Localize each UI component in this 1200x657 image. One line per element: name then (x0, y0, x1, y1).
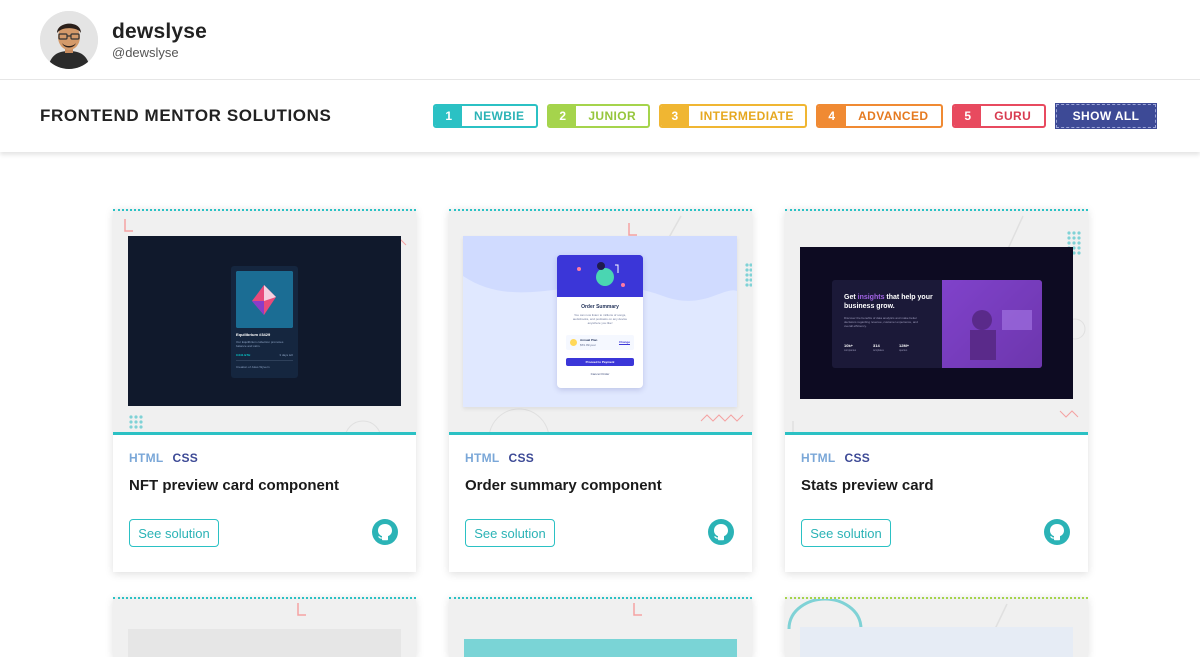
tag-css: CSS (172, 451, 199, 465)
stats-card: Get insights that help your business gro… (832, 280, 1042, 368)
card-preview[interactable]: Equilibrium #3429 Our Equilibrium collec… (113, 209, 416, 435)
stat-value: 10k+ (844, 343, 854, 348)
tag-html: HTML (465, 451, 500, 465)
nft-screenshot: Equilibrium #3429 Our Equilibrium collec… (128, 236, 401, 406)
solution-card-partial (785, 597, 1088, 657)
nft-image (236, 271, 293, 328)
level-number: 3 (661, 106, 689, 126)
see-solution-button[interactable]: See solution (465, 519, 555, 547)
stats-image (942, 280, 1042, 368)
filter-advanced-button[interactable]: 4 ADVANCED (816, 104, 943, 128)
order-summary-screenshot: Order Summary You can now listen to mill… (463, 236, 737, 407)
card-title: Order summary component (465, 477, 662, 494)
page-title: FRONTEND MENTOR SOLUTIONS (40, 106, 332, 125)
stat-value: 314 (873, 343, 880, 348)
nft-creator: Creation of Jules Wyvern (236, 365, 270, 369)
level-number: 2 (549, 106, 577, 126)
avatar (40, 10, 98, 69)
tag-html: HTML (129, 451, 164, 465)
level-label: INTERMEDIATE (699, 109, 794, 123)
level-filters: 1 NEWBIE 2 JUNIOR 3 INTERMEDIATE 4 ADVAN… (433, 103, 1157, 129)
tag-css: CSS (508, 451, 535, 465)
profile-handle: @dewslyse (112, 44, 179, 60)
filter-newbie-button[interactable]: 1 NEWBIE (433, 104, 538, 128)
tag-css: CSS (844, 451, 871, 465)
profile-name: dewslyse (112, 19, 207, 43)
change-plan-link: Change (618, 340, 630, 344)
plan-box: Annual Plan $59.99/year Change (566, 335, 634, 350)
nft-card: Equilibrium #3429 Our Equilibrium collec… (231, 266, 298, 378)
stats-description: Discover the benefits of data analytics … (844, 316, 918, 328)
stat-label: templates (873, 349, 884, 352)
solution-card: Get insights that help your business gro… (785, 209, 1088, 572)
proceed-payment-button: Proceed to Payment (566, 358, 634, 366)
github-icon[interactable] (1043, 518, 1071, 546)
level-number: 5 (954, 106, 982, 126)
card-preview[interactable]: Get insights that help your business gro… (785, 209, 1088, 435)
tag-html: HTML (801, 451, 836, 465)
stat-label: companies (844, 349, 857, 352)
nft-title: Equilibrium #3429 (236, 332, 271, 337)
show-all-button[interactable]: SHOW ALL (1055, 103, 1157, 129)
music-illustration-icon (557, 255, 643, 297)
cancel-order-link: Cancel Order (590, 372, 610, 376)
stat-value: 12M+ (899, 343, 910, 348)
heading-highlight: insights (857, 294, 885, 301)
order-heading: Order Summary (581, 304, 619, 310)
see-solution-button[interactable]: See solution (801, 519, 891, 547)
solution-card: Order Summary You can now listen to mill… (449, 209, 752, 572)
card-body: HTML CSS Stats preview card See solution (785, 435, 1088, 572)
solution-card-partial (113, 597, 416, 657)
level-number: 1 (435, 106, 463, 126)
nft-description: Our Equilibrium collection promotes bala… (236, 340, 284, 348)
order-hero (557, 255, 643, 297)
avatar-illustration (40, 10, 98, 69)
order-description: You can now listen to millions of songs,… (572, 313, 628, 325)
card-title: NFT preview card component (129, 477, 340, 494)
see-solution-button[interactable]: See solution (129, 519, 219, 547)
level-number: 4 (818, 106, 846, 126)
preview-decoration (128, 603, 401, 657)
card-preview[interactable] (785, 597, 1088, 657)
solution-card: Equilibrium #3429 Our Equilibrium collec… (113, 209, 416, 572)
stat-label: queries (899, 349, 908, 352)
github-icon[interactable] (371, 518, 399, 546)
solution-card-partial (449, 597, 752, 657)
level-label: ADVANCED (858, 109, 929, 123)
level-label: GURU (994, 109, 1032, 123)
card-title: Stats preview card (801, 477, 934, 494)
office-photo-icon (942, 280, 1042, 368)
nft-price: 0.041 ETH (236, 353, 251, 357)
solutions-grid: Equilibrium #3429 Our Equilibrium collec… (0, 152, 1200, 657)
preview-decoration (787, 599, 1073, 657)
tech-tags: HTML CSS (801, 451, 1072, 465)
level-label: JUNIOR (588, 109, 637, 123)
plan-name: Annual Plan (580, 338, 598, 342)
heading-part: Get (844, 294, 858, 301)
nft-artwork-icon (236, 271, 293, 328)
tech-tags: HTML CSS (465, 451, 736, 465)
filter-junior-button[interactable]: 2 JUNIOR (547, 104, 650, 128)
nft-time: 3 days left (279, 353, 293, 357)
filter-intermediate-button[interactable]: 3 INTERMEDIATE (659, 104, 807, 128)
tech-tags: HTML CSS (129, 451, 400, 465)
card-body: HTML CSS NFT preview card component See … (113, 435, 416, 572)
preview-decoration (464, 603, 737, 657)
profile-header: dewslyse @dewslyse (0, 0, 1200, 80)
filter-bar: FRONTEND MENTOR SOLUTIONS 1 NEWBIE 2 JUN… (0, 80, 1200, 152)
filter-guru-button[interactable]: 5 GURU (952, 104, 1046, 128)
plan-price: $59.99/year (580, 343, 596, 347)
card-preview[interactable] (113, 597, 416, 657)
stats-heading: Get insights that help your business gro… (844, 293, 934, 311)
github-icon[interactable] (707, 518, 735, 546)
level-label: NEWBIE (474, 109, 525, 123)
nft-divider (236, 360, 293, 361)
order-card: Order Summary You can now listen to mill… (557, 255, 643, 388)
stats-screenshot: Get insights that help your business gro… (800, 247, 1073, 399)
music-icon (570, 339, 577, 346)
card-preview[interactable] (449, 597, 752, 657)
card-body: HTML CSS Order summary component See sol… (449, 435, 752, 572)
card-preview[interactable]: Order Summary You can now listen to mill… (449, 209, 752, 435)
